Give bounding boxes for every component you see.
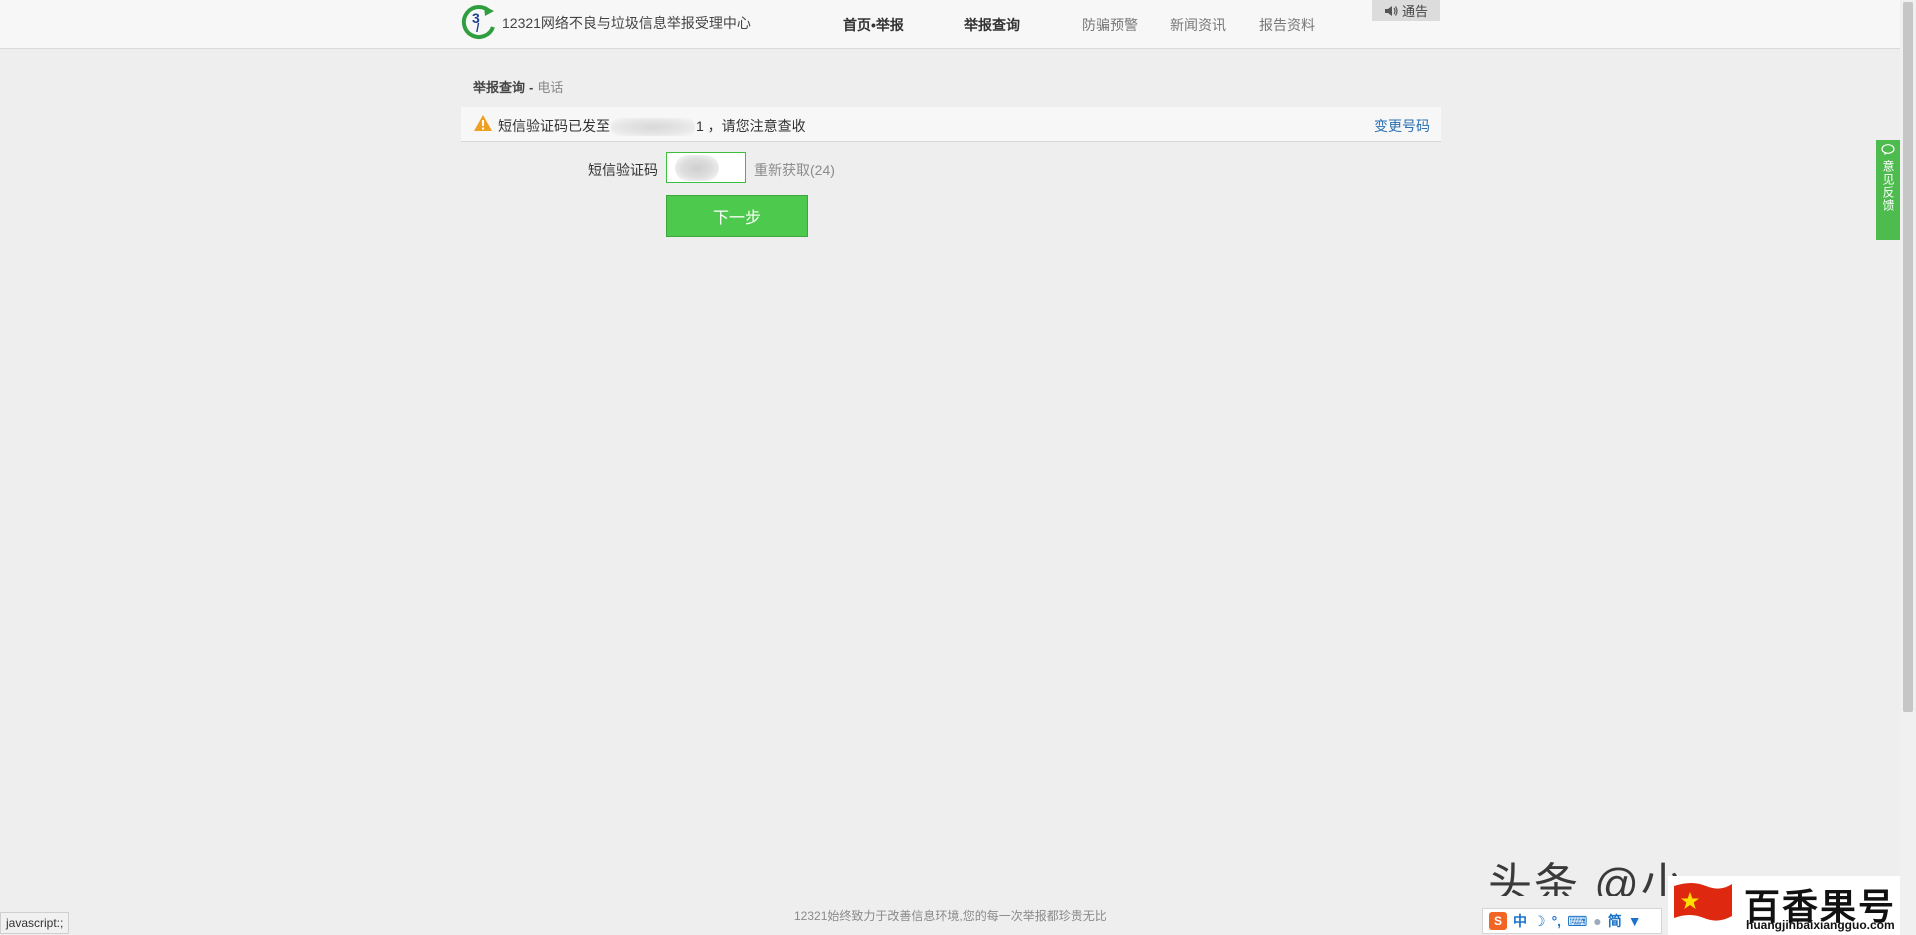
next-step-button[interactable]: 下一步 [666, 195, 808, 237]
user-icon[interactable]: ● [1593, 913, 1601, 929]
nav-report-query[interactable]: 举报查询 [964, 15, 1020, 35]
sms-sent-alert: 短信验证码已发至 1 ，请您注意查收 变更号码 [461, 107, 1441, 142]
notice-button[interactable]: 通告 [1372, 0, 1440, 21]
sms-code-input[interactable] [667, 153, 745, 182]
breadcrumb: 举报查询 - 电话 [473, 77, 563, 96]
warning-icon [474, 115, 492, 131]
alert-suffix: 1 ，请您注意查收 [696, 118, 806, 134]
speaker-icon [1384, 5, 1398, 16]
breadcrumb-separator: - [529, 80, 534, 95]
page-scrollbar[interactable] [1900, 0, 1916, 935]
feedback-label: 意见反馈 [1881, 160, 1895, 212]
breadcrumb-main: 举报查询 [473, 80, 526, 95]
keyboard-icon[interactable]: ⌨ [1567, 913, 1587, 930]
alert-message: 短信验证码已发至 1 ，请您注意查收 [498, 116, 806, 137]
browser-status-bar: javascript:; [0, 912, 70, 934]
ime-logo-icon[interactable]: S [1489, 912, 1507, 930]
site-name[interactable]: 12321网络不良与垃圾信息举报受理中心 [502, 13, 751, 33]
alert-prefix: 短信验证码已发至 [498, 118, 610, 134]
top-header: 3 / 12321网络不良与垃圾信息举报受理中心 首页•举报 举报查询 防骗预警… [0, 0, 1900, 49]
feedback-tab[interactable]: 意见反馈 [1876, 140, 1900, 240]
ime-mode-chinese[interactable]: 中 [1513, 911, 1527, 931]
site-logo-icon[interactable]: 3 / [460, 3, 500, 43]
punctuation-icon[interactable]: °, [1552, 913, 1562, 929]
sms-code-label: 短信验证码 [588, 162, 658, 178]
breadcrumb-sub: 电话 [537, 80, 564, 95]
nav-reports[interactable]: 报告资料 [1259, 15, 1315, 35]
nav-home-report[interactable]: 首页•举报 [843, 15, 904, 35]
resend-countdown[interactable]: 重新获取(24) [754, 160, 835, 180]
change-number-link[interactable]: 变更号码 [1374, 116, 1430, 136]
footer-slogan: 12321始终致力于改善信息环境,您的每一次举报都珍贵无比 [794, 909, 1107, 923]
masked-phone-number [611, 118, 695, 137]
ime-mode-simplified[interactable]: 简 [1608, 911, 1622, 931]
nav-news[interactable]: 新闻资讯 [1170, 15, 1226, 35]
moon-icon[interactable]: ☽ [1533, 913, 1546, 930]
watermark-url: huangjinbaixiangguo.com [1746, 918, 1895, 932]
red-flag-logo-icon [1674, 883, 1732, 921]
toutiao-watermark: 头条 @小 [1488, 860, 1687, 896]
nav-fraud-warning[interactable]: 防骗预警 [1082, 15, 1138, 35]
ime-toolbar[interactable]: S 中 ☽ °, ⌨ ● 简 ▼ [1482, 908, 1662, 934]
chat-bubble-icon [1881, 144, 1895, 155]
sms-code-field[interactable] [666, 152, 746, 183]
scrollbar-thumb[interactable] [1903, 2, 1913, 712]
shirt-icon[interactable]: ▼ [1628, 913, 1642, 929]
notice-label: 通告 [1401, 4, 1428, 19]
baixiangguo-watermark: 百香果号 huangjinbaixiangguo.com [1668, 876, 1900, 935]
